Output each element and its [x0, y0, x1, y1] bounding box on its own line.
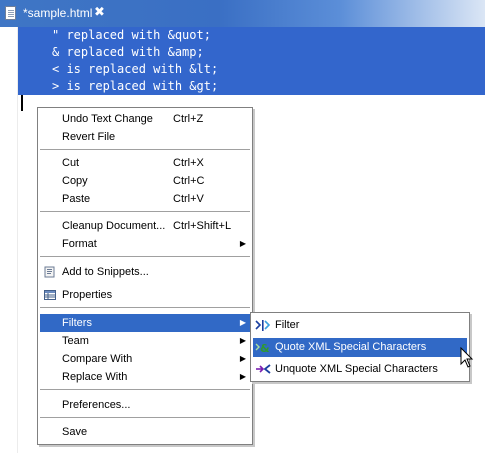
menu-item-save[interactable]: Save — [40, 423, 250, 441]
submenu-arrow-icon: ▶ — [239, 354, 246, 363]
submenu-item-filter[interactable]: Filter — [253, 316, 467, 335]
quote-xml-icon: & — [255, 340, 271, 355]
context-menu: Undo Text Change Ctrl+Z Revert File Cut … — [37, 107, 253, 445]
menu-item-label: Replace With — [62, 371, 128, 383]
code-line[interactable]: & replaced with &amp; — [18, 44, 485, 61]
editor-ruler — [0, 27, 18, 453]
menu-separator — [40, 256, 250, 257]
menu-item-preferences[interactable]: Preferences... — [40, 396, 250, 414]
submenu-arrow-icon: ▶ — [239, 318, 246, 327]
menu-item-label: Cleanup Document... — [62, 220, 166, 232]
properties-icon — [44, 289, 56, 301]
menu-separator — [40, 389, 250, 390]
code-line[interactable]: < is replaced with &lt; — [18, 61, 485, 78]
editor-tab[interactable]: *sample.html ✖ — [0, 0, 485, 27]
unquote-xml-icon — [255, 362, 271, 377]
submenu-arrow-icon: ▶ — [239, 239, 246, 248]
submenu-item-unquote-xml[interactable]: Unquote XML Special Characters — [253, 360, 467, 379]
submenu-item-label: Quote XML Special Characters — [275, 341, 427, 353]
submenu-item-label: Filter — [275, 319, 300, 331]
menu-item-revert-file[interactable]: Revert File — [40, 128, 250, 146]
menu-item-label: Preferences... — [62, 399, 131, 411]
menu-item-label: Compare With — [62, 353, 133, 365]
menu-separator — [40, 307, 250, 308]
text-caret — [21, 95, 23, 111]
tab-title: *sample.html — [23, 6, 93, 20]
menu-item-accelerator: Ctrl+Z — [173, 113, 204, 125]
menu-item-label: Paste — [62, 193, 91, 205]
menu-item-paste[interactable]: Paste Ctrl+V — [40, 190, 250, 208]
code-line[interactable]: > is replaced with &gt; — [18, 78, 485, 95]
menu-item-cleanup-document[interactable]: Cleanup Document... Ctrl+Shift+L — [40, 217, 250, 235]
menu-item-undo[interactable]: Undo Text Change Ctrl+Z — [40, 110, 250, 128]
menu-item-filters[interactable]: Filters ▶ — [40, 314, 250, 332]
svg-text:&: & — [260, 342, 270, 355]
menu-item-label: Team — [62, 335, 89, 347]
menu-item-label: Format — [62, 238, 97, 250]
editor-tab-bar: *sample.html ✖ — [0, 0, 485, 27]
code-area[interactable]: " replaced with &quot; & replaced with &… — [18, 27, 485, 95]
menu-item-label: Filters — [62, 317, 92, 329]
menu-separator — [40, 149, 250, 150]
code-line[interactable]: " replaced with &quot; — [18, 27, 485, 44]
menu-item-copy[interactable]: Copy Ctrl+C — [40, 172, 250, 190]
close-icon[interactable]: ✖ — [94, 5, 105, 20]
menu-item-accelerator: Ctrl+X — [173, 157, 204, 169]
filters-submenu: Filter & Quote XML Special Characters Un… — [250, 312, 470, 382]
menu-item-compare-with[interactable]: Compare With ▶ — [40, 350, 250, 368]
mouse-pointer-icon — [460, 346, 474, 369]
menu-item-accelerator: Ctrl+C — [173, 175, 205, 187]
menu-item-label: Undo Text Change — [62, 113, 153, 125]
html-file-icon — [5, 6, 16, 20]
menu-item-add-to-snippets[interactable]: Add to Snippets... — [40, 263, 250, 281]
menu-separator — [40, 211, 250, 212]
menu-item-properties[interactable]: Properties — [40, 286, 250, 304]
submenu-arrow-icon: ▶ — [239, 372, 246, 381]
menu-item-format[interactable]: Format ▶ — [40, 235, 250, 253]
menu-item-label: Copy — [62, 175, 88, 187]
menu-item-label: Add to Snippets... — [62, 266, 149, 278]
menu-item-accelerator: Ctrl+V — [173, 193, 204, 205]
snippets-icon — [44, 266, 56, 278]
menu-item-team[interactable]: Team ▶ — [40, 332, 250, 350]
menu-item-replace-with[interactable]: Replace With ▶ — [40, 368, 250, 386]
menu-item-cut[interactable]: Cut Ctrl+X — [40, 154, 250, 172]
menu-item-label: Cut — [62, 157, 80, 169]
menu-item-label: Save — [62, 426, 88, 438]
menu-item-label: Revert File — [62, 131, 116, 143]
submenu-item-quote-xml[interactable]: & Quote XML Special Characters — [253, 338, 467, 357]
menu-item-label: Properties — [62, 289, 113, 301]
filter-icon — [255, 318, 271, 333]
menu-item-accelerator: Ctrl+Shift+L — [173, 220, 232, 232]
submenu-arrow-icon: ▶ — [239, 336, 246, 345]
submenu-item-label: Unquote XML Special Characters — [275, 363, 438, 375]
menu-separator — [40, 417, 250, 418]
